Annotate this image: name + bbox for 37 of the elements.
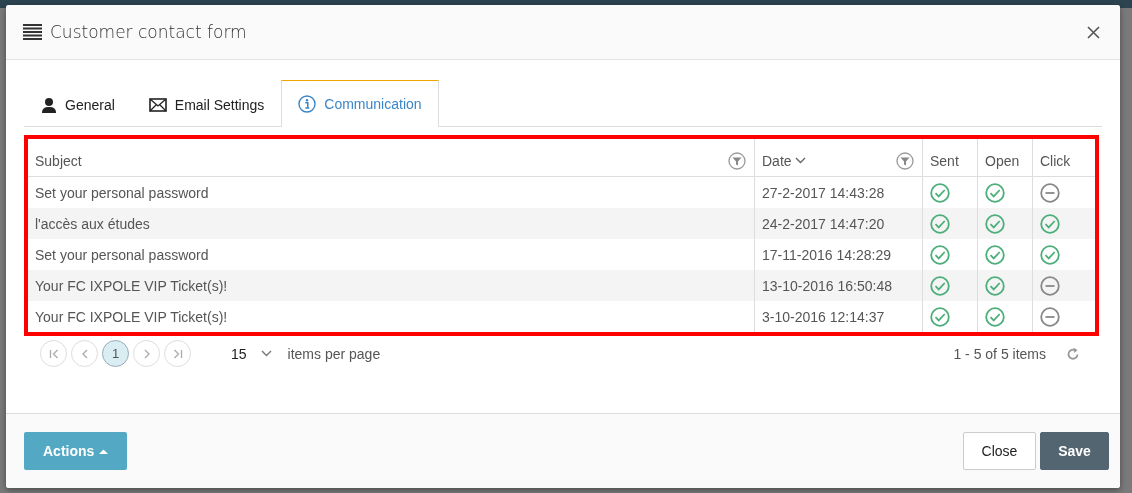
info-icon	[298, 95, 317, 113]
table-cell: Set your personal password	[28, 239, 755, 270]
dialog-title: Customer contact form	[50, 22, 247, 42]
table-cell: 13-10-2016 16:50:48	[754, 270, 923, 301]
column-header[interactable]: Open	[977, 139, 1033, 177]
first-page-button[interactable]	[40, 340, 67, 367]
items-per-page-label: items per page	[287, 345, 381, 362]
tab[interactable]: General	[24, 81, 132, 127]
column-header[interactable]: Subject	[28, 139, 755, 177]
column-header[interactable]: Sent	[922, 139, 978, 177]
table-cell: l'accès aux études	[28, 208, 755, 239]
column-header[interactable]: Click	[1032, 139, 1095, 177]
page-button[interactable]: 1	[102, 340, 129, 367]
caret-icon	[260, 350, 272, 357]
close-button[interactable]: Close	[963, 432, 1036, 470]
save-button[interactable]: Save	[1040, 432, 1109, 470]
column-header[interactable]: Date	[754, 139, 923, 177]
person-icon	[41, 96, 57, 113]
sort-caret-icon	[794, 157, 806, 164]
table-cell: Your FC IXPOLE VIP Ticket(s)!	[28, 270, 755, 301]
caret-icon	[99, 448, 109, 454]
page-size-dropdown[interactable]: 15	[225, 344, 278, 363]
filter-icon[interactable]	[728, 151, 746, 170]
tab[interactable]: Communication	[281, 80, 439, 127]
pager-summary: 1 - 5 of 5 items	[953, 345, 1046, 362]
tab[interactable]: Email Settings	[131, 81, 282, 127]
table-cell: Your FC IXPOLE VIP Ticket(s)!	[28, 301, 755, 332]
last-page-icon	[172, 348, 183, 359]
envelope-icon	[148, 97, 167, 112]
filter-icon[interactable]	[896, 151, 914, 170]
table-cell: Set your personal password	[28, 176, 755, 208]
first-page-icon	[48, 348, 59, 359]
refresh-icon[interactable]	[1066, 346, 1080, 361]
table-cell: 3-10-2016 12:14:37	[754, 301, 923, 332]
list-icon	[23, 24, 42, 40]
last-page-button[interactable]	[164, 340, 191, 367]
table-cell: 24-2-2017 14:47:20	[754, 208, 923, 239]
